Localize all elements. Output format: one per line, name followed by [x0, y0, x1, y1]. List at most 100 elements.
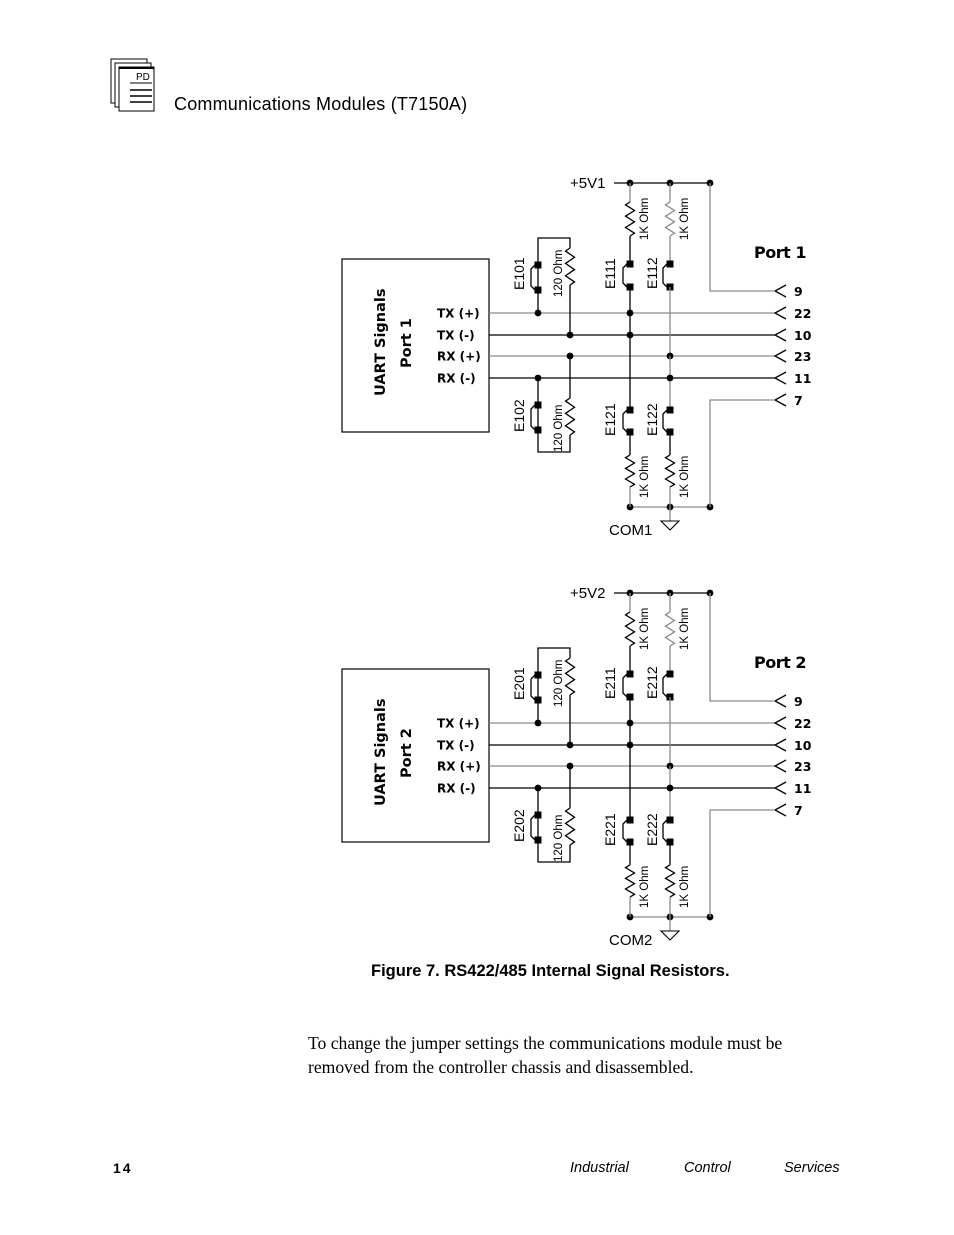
connector-pin-number: 11 — [794, 781, 811, 796]
pin7-wire — [709, 809, 775, 917]
connector-pin-symbol — [773, 349, 787, 363]
signal-label: RX (-) — [437, 782, 476, 796]
uart-block — [341, 668, 490, 843]
resistor-value-label: 1K Ohm — [679, 866, 691, 908]
resistor-value-label: 1K Ohm — [639, 456, 651, 498]
jumper-bracket — [662, 673, 668, 698]
jumper-label: E202 — [511, 809, 527, 842]
jumper-bracket — [530, 674, 536, 701]
resistor-symbol — [564, 807, 576, 846]
junction-dot — [566, 741, 574, 749]
ground-symbol-icon — [659, 520, 681, 531]
port-label: Port 2 — [754, 653, 806, 672]
jumper-symbol — [622, 260, 634, 291]
resistor-value-label: 1K Ohm — [679, 456, 691, 498]
jumper-label: E212 — [644, 666, 660, 699]
jumper-symbol — [662, 816, 674, 846]
port-label: Port 1 — [754, 243, 806, 262]
jumper-pad — [626, 406, 634, 414]
supply-rail-label: +5V2 — [570, 585, 605, 602]
jumper-label: E222 — [644, 813, 660, 846]
footer-publisher-word: Industrial — [570, 1160, 629, 1176]
footer-publisher-word: Control — [684, 1160, 731, 1176]
connector-pin-number: 22 — [794, 716, 811, 731]
resistor-symbol — [664, 454, 676, 488]
jumper-pad — [534, 836, 542, 844]
resistor-symbol — [624, 454, 636, 488]
junction-dot — [626, 309, 634, 317]
junction-dot — [666, 374, 674, 382]
jumper-symbol — [622, 406, 634, 436]
body-paragraph: To change the jumper settings the commun… — [308, 1033, 783, 1077]
jumper-label: E201 — [511, 667, 527, 700]
resistor-symbol — [664, 864, 676, 898]
signal-label: TX (+) — [437, 307, 480, 321]
resistor-symbol — [624, 864, 636, 898]
junction-dot — [534, 309, 542, 317]
jumper-bracket — [622, 263, 628, 288]
resistor-value-label: 120 Ohm — [553, 815, 565, 862]
jumper-symbol — [622, 670, 634, 701]
junction-dot — [566, 331, 574, 339]
jumper-pad — [666, 260, 674, 268]
resistor-value-label: 1K Ohm — [679, 198, 691, 240]
jumper-symbol — [662, 260, 674, 291]
connector-pin-number: 10 — [794, 328, 812, 343]
resistor-symbol — [624, 611, 636, 647]
jumper-label: E112 — [644, 257, 660, 289]
jumper-pad — [626, 816, 634, 824]
port-1-schematic: UART Signals Port 1 TX (+) TX (-) RX (+) RX (… — [341, 175, 812, 539]
junction-dot — [566, 352, 574, 360]
signal-label: RX (-) — [437, 372, 476, 386]
connector-pin-symbol — [773, 393, 787, 407]
resistor-symbol — [564, 247, 576, 286]
connector-pin-symbol — [773, 803, 787, 817]
resistor-symbol — [564, 397, 576, 436]
signal-label: TX (-) — [437, 739, 475, 753]
connector-pin-number: 23 — [794, 349, 811, 364]
jumper-label: E211 — [602, 667, 618, 699]
uart-block-port: Port 2 — [399, 728, 415, 778]
jumper-bracket — [622, 819, 628, 843]
jumper-pad — [666, 406, 674, 414]
signal-label: RX (+) — [437, 760, 481, 774]
jumper-pad — [666, 670, 674, 678]
jumper-symbol — [530, 261, 542, 294]
resistor-value-label: 1K Ohm — [679, 608, 691, 650]
jumper-bracket — [622, 673, 628, 698]
jumper-pad — [626, 670, 634, 678]
figure-caption: Figure 7. RS422/485 Internal Signal Resi… — [371, 962, 730, 980]
jumper-symbol — [530, 811, 542, 844]
connector-pin-symbol — [773, 738, 787, 752]
jumper-bracket — [662, 263, 668, 288]
resistor-symbol — [664, 201, 676, 237]
jumper-bracket — [662, 409, 668, 433]
uart-block-port: Port 1 — [399, 318, 415, 368]
jumper-pad — [534, 696, 542, 704]
connector-pin-symbol — [773, 759, 787, 773]
connector-pin-number: 9 — [794, 284, 803, 299]
signal-label: TX (-) — [437, 329, 475, 343]
jumper-label: E221 — [602, 813, 618, 846]
jumper-symbol — [622, 816, 634, 846]
jumper-symbol — [530, 401, 542, 434]
page-number: 14 — [113, 1160, 133, 1176]
connector-pin-symbol — [773, 306, 787, 320]
jumper-label: E102 — [511, 399, 527, 432]
jumper-pad — [534, 261, 542, 269]
ground-label: COM1 — [609, 522, 652, 539]
ground-symbol-icon — [659, 930, 681, 941]
connector-pin-number: 11 — [794, 371, 811, 386]
jumper-bracket — [622, 409, 628, 433]
uart-block-title: UART Signals — [373, 698, 389, 806]
supply-rail-label: +5V1 — [570, 175, 605, 192]
uart-block-title: UART Signals — [373, 288, 389, 396]
jumper-bracket — [530, 814, 536, 841]
signal-label: RX (+) — [437, 350, 481, 364]
jumper-label: E101 — [511, 257, 527, 290]
pin9-wire — [709, 593, 775, 702]
signal-label: TX (+) — [437, 717, 480, 731]
jumper-label: E111 — [602, 258, 618, 289]
resistor-value-label: 1K Ohm — [639, 866, 651, 908]
resistor-symbol — [664, 611, 676, 647]
